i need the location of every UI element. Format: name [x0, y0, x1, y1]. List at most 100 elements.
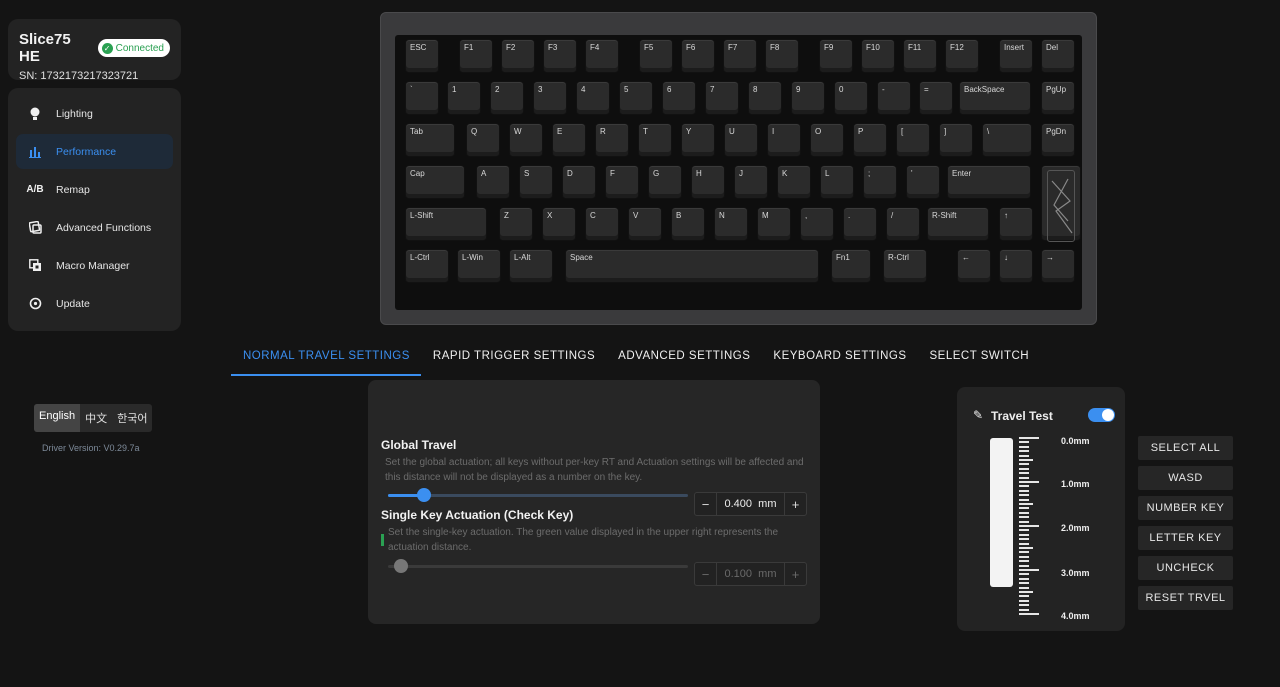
- sidebar-item-lighting[interactable]: Lighting: [16, 96, 173, 131]
- tab-rapid-trigger[interactable]: RAPID TRIGGER SETTINGS: [421, 340, 606, 376]
- keyboard-key[interactable]: D: [562, 165, 596, 199]
- keyboard-key[interactable]: 4: [576, 81, 610, 115]
- keyboard-key[interactable]: X: [542, 207, 576, 241]
- keyboard-key[interactable]: F3: [543, 39, 577, 73]
- keyboard-key[interactable]: ←: [957, 249, 991, 283]
- keyboard-key[interactable]: Z: [499, 207, 533, 241]
- keyboard-key[interactable]: F2: [501, 39, 535, 73]
- keyboard-key[interactable]: Tab: [405, 123, 455, 157]
- keyboard-key[interactable]: 8: [748, 81, 782, 115]
- keyboard-key[interactable]: F10: [861, 39, 895, 73]
- keyboard-key[interactable]: F6: [681, 39, 715, 73]
- travel-test-toggle[interactable]: [1088, 408, 1115, 422]
- keyboard-key[interactable]: 5: [619, 81, 653, 115]
- keyboard-key[interactable]: \: [982, 123, 1032, 157]
- single-key-slider[interactable]: [388, 559, 688, 573]
- keyboard-key[interactable]: H: [691, 165, 725, 199]
- keyboard-key[interactable]: A: [476, 165, 510, 199]
- keyboard-key[interactable]: L: [820, 165, 854, 199]
- keyboard-key[interactable]: J: [734, 165, 768, 199]
- keyboard-key[interactable]: S: [519, 165, 553, 199]
- keyboard-key[interactable]: F9: [819, 39, 853, 73]
- keyboard-key[interactable]: `: [405, 81, 439, 115]
- single-key-value[interactable]: 0.100 mm: [717, 568, 784, 580]
- number-key-button[interactable]: NUMBER KEY: [1138, 496, 1233, 520]
- keyboard-key[interactable]: F11: [903, 39, 937, 73]
- keyboard-key[interactable]: B: [671, 207, 705, 241]
- sidebar-item-update[interactable]: Update: [16, 286, 173, 321]
- keyboard-key[interactable]: T: [638, 123, 672, 157]
- keyboard-key[interactable]: =: [919, 81, 953, 115]
- keyboard-key[interactable]: 6: [662, 81, 696, 115]
- tab-select-switch[interactable]: SELECT SWITCH: [918, 340, 1041, 376]
- keyboard-key[interactable]: Enter: [947, 165, 1031, 199]
- keyboard-key[interactable]: .: [843, 207, 877, 241]
- sidebar-item-performance[interactable]: Performance: [16, 134, 173, 169]
- keyboard-key[interactable]: F: [605, 165, 639, 199]
- keyboard-key[interactable]: F12: [945, 39, 979, 73]
- decrement-button[interactable]: −: [695, 563, 717, 585]
- keyboard-key[interactable]: F5: [639, 39, 673, 73]
- keyboard-key[interactable]: 2: [490, 81, 524, 115]
- letter-key-button[interactable]: LETTER KEY: [1138, 526, 1233, 550]
- keyboard-key[interactable]: L-Ctrl: [405, 249, 449, 283]
- keyboard-key[interactable]: ESC: [405, 39, 439, 73]
- keyboard-key[interactable]: BackSpace: [959, 81, 1031, 115]
- keyboard-key[interactable]: PgDn: [1041, 123, 1075, 157]
- keyboard-key[interactable]: V: [628, 207, 662, 241]
- tab-keyboard[interactable]: KEYBOARD SETTINGS: [761, 340, 917, 376]
- tab-normal-travel[interactable]: NORMAL TRAVEL SETTINGS: [231, 340, 421, 376]
- keyboard-key[interactable]: O: [810, 123, 844, 157]
- keyboard-key[interactable]: F7: [723, 39, 757, 73]
- wasd-button[interactable]: WASD: [1138, 466, 1233, 490]
- keyboard-key[interactable]: I: [767, 123, 801, 157]
- keyboard-key[interactable]: ': [906, 165, 940, 199]
- keyboard-key[interactable]: →: [1041, 249, 1075, 283]
- lang-korean[interactable]: 한국어: [112, 404, 152, 432]
- keyboard-key[interactable]: W: [509, 123, 543, 157]
- keyboard-key[interactable]: PgUp: [1041, 81, 1075, 115]
- keyboard-key[interactable]: ;: [863, 165, 897, 199]
- keyboard-key[interactable]: F1: [459, 39, 493, 73]
- sidebar-item-advanced-functions[interactable]: Advanced Functions: [16, 210, 173, 245]
- keyboard-key[interactable]: F8: [765, 39, 799, 73]
- keyboard-key[interactable]: 1: [447, 81, 481, 115]
- select-all-button[interactable]: SELECT ALL: [1138, 436, 1233, 460]
- keyboard-key[interactable]: ,: [800, 207, 834, 241]
- keyboard-key[interactable]: R: [595, 123, 629, 157]
- keyboard-key[interactable]: 9: [791, 81, 825, 115]
- keyboard-key[interactable]: R-Ctrl: [883, 249, 927, 283]
- keyboard-key[interactable]: Fn1: [831, 249, 871, 283]
- tab-advanced[interactable]: ADVANCED SETTINGS: [606, 340, 761, 376]
- keyboard-key[interactable]: L-Alt: [509, 249, 553, 283]
- lang-chinese[interactable]: 中文: [80, 404, 112, 432]
- keyboard-key[interactable]: Insert: [999, 39, 1033, 73]
- keyboard-key[interactable]: M: [757, 207, 791, 241]
- keyboard-key[interactable]: L-Shift: [405, 207, 487, 241]
- keyboard-key[interactable]: ↓: [999, 249, 1033, 283]
- uncheck-button[interactable]: UNCHECK: [1138, 556, 1233, 580]
- sidebar-item-macro-manager[interactable]: Macro Manager: [16, 248, 173, 283]
- keyboard-key[interactable]: /: [886, 207, 920, 241]
- keyboard-key[interactable]: F4: [585, 39, 619, 73]
- keyboard-key[interactable]: Cap: [405, 165, 465, 199]
- keyboard-key[interactable]: P: [853, 123, 887, 157]
- keyboard-key[interactable]: R-Shift: [927, 207, 989, 241]
- sidebar-item-remap[interactable]: A/B Remap: [16, 172, 173, 207]
- keyboard-key[interactable]: 7: [705, 81, 739, 115]
- keyboard-key[interactable]: ]: [939, 123, 973, 157]
- global-travel-slider[interactable]: [388, 488, 688, 502]
- increment-button[interactable]: +: [784, 563, 806, 585]
- slider-thumb[interactable]: [394, 559, 408, 573]
- lang-english[interactable]: English: [34, 404, 81, 432]
- keyboard-key[interactable]: ↑: [999, 207, 1033, 241]
- keyboard-key[interactable]: 3: [533, 81, 567, 115]
- keyboard-key[interactable]: Q: [466, 123, 500, 157]
- keyboard-key[interactable]: L-Win: [457, 249, 501, 283]
- keyboard-key[interactable]: Space: [565, 249, 819, 283]
- keyboard-key[interactable]: [: [896, 123, 930, 157]
- reset-travel-button[interactable]: RESET TRVEL: [1138, 586, 1233, 610]
- keyboard-key[interactable]: E: [552, 123, 586, 157]
- keyboard-key[interactable]: U: [724, 123, 758, 157]
- keyboard-key[interactable]: N: [714, 207, 748, 241]
